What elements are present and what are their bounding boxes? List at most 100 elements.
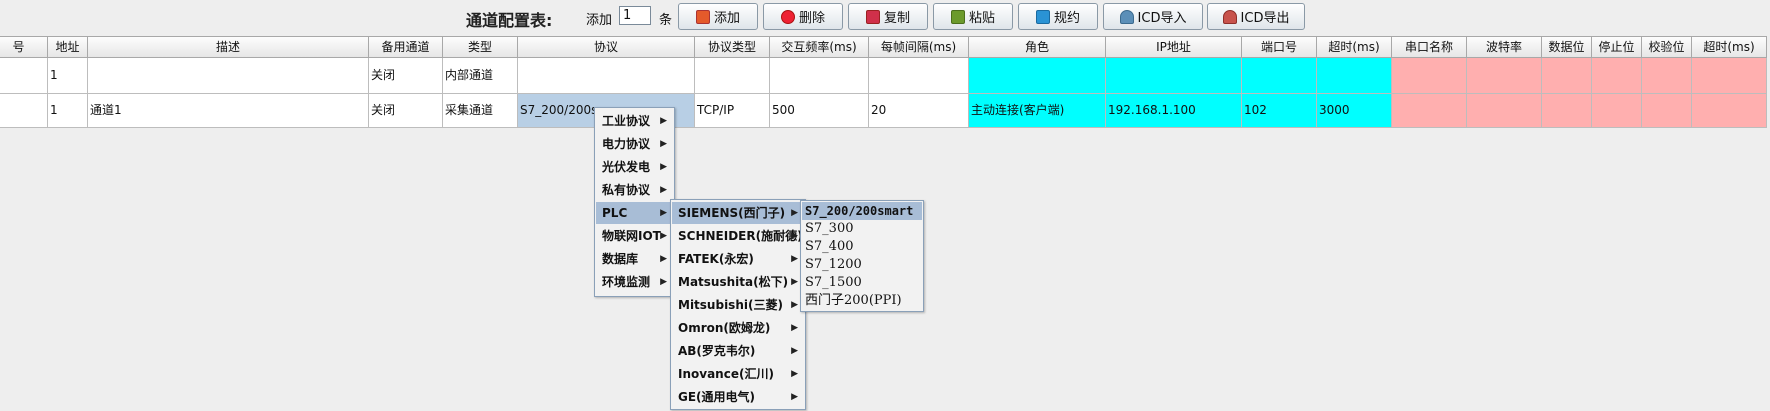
col-header-serial-name[interactable]: 串口名称	[1392, 36, 1467, 58]
menu-item-s7-300[interactable]: S7_300	[802, 220, 922, 238]
table-cell[interactable]	[770, 58, 869, 94]
table-cell[interactable]	[1467, 94, 1542, 128]
col-header-role[interactable]: 角色	[969, 36, 1106, 58]
table-cell[interactable]: 关闭	[369, 94, 443, 128]
table-cell[interactable]: 通道1	[88, 94, 369, 128]
menu-item-s7-200-200smart[interactable]: S7_200/200smart	[802, 202, 922, 220]
col-header-stop-bits[interactable]: 停止位	[1592, 36, 1642, 58]
paste-icon	[950, 9, 965, 24]
table-cell[interactable]: 102	[1242, 94, 1317, 128]
col-header-frame-interval[interactable]: 每帧间隔(ms)	[869, 36, 969, 58]
table-cell[interactable]: 192.168.1.100	[1106, 94, 1242, 128]
table-cell[interactable]: 采集通道	[443, 94, 518, 128]
plc-vendor-menu: SIEMENS(西门子) ▶ SCHNEIDER(施耐德) ▶ FATEK(永宏) ▶…	[670, 199, 806, 410]
col-header-address[interactable]: 地址	[48, 36, 88, 58]
col-header-timeout[interactable]: 超时(ms)	[1317, 36, 1392, 58]
siemens-model-menu: S7_200/200smart S7_300 S7_400 S7_1200 S7…	[800, 200, 924, 312]
icd-import-button-label: ICD导入	[1137, 11, 1187, 26]
table-cell[interactable]: 3000	[1317, 94, 1392, 128]
menu-item-environment-monitoring[interactable]: 环境监测 ▶	[596, 271, 673, 293]
table-cell[interactable]	[1692, 94, 1767, 128]
col-header-interaction-freq[interactable]: 交互频率(ms)	[770, 36, 869, 58]
menu-item-industrial-protocol[interactable]: 工业协议 ▶	[596, 110, 673, 132]
menu-item-siemens-200-ppi[interactable]: 西门子200(PPI)	[802, 292, 922, 310]
submenu-arrow-icon: ▶	[660, 231, 667, 241]
menu-item-schneider[interactable]: SCHNEIDER(施耐德) ▶	[672, 225, 804, 247]
table-cell[interactable]	[1592, 58, 1642, 94]
col-header-type[interactable]: 类型	[443, 36, 518, 58]
menu-item-s7-1500[interactable]: S7_1500	[802, 274, 922, 292]
table-cell[interactable]: 1	[48, 58, 88, 94]
table-cell[interactable]	[1392, 58, 1467, 94]
icd-import-button[interactable]: ICD导入	[1103, 3, 1203, 30]
table-cell[interactable]	[1542, 94, 1592, 128]
table-cell[interactable]	[969, 58, 1106, 94]
table-cell[interactable]: 主动连接(客户端)	[969, 94, 1106, 128]
menu-item-private-protocol[interactable]: 私有协议 ▶	[596, 179, 673, 201]
copy-button-label: 复制	[883, 11, 910, 26]
table-cell[interactable]	[1642, 58, 1692, 94]
menu-item-database[interactable]: 数据库 ▶	[596, 248, 673, 270]
table-cell[interactable]: TCP/IP	[695, 94, 770, 128]
table-cell[interactable]	[1392, 94, 1467, 128]
table-cell[interactable]	[869, 58, 969, 94]
col-header-backup-channel[interactable]: 备用通道	[369, 36, 443, 58]
table-cell[interactable]	[88, 58, 369, 94]
menu-item-ab[interactable]: AB(罗克韦尔) ▶	[672, 340, 804, 362]
menu-item-omron[interactable]: Omron(欧姆龙) ▶	[672, 317, 804, 339]
col-header-parity[interactable]: 校验位	[1642, 36, 1692, 58]
table-cell[interactable]	[1467, 58, 1542, 94]
table-cell[interactable]: 内部通道	[443, 58, 518, 94]
copy-button[interactable]: 复制	[848, 3, 928, 30]
protocol-category-menu: 工业协议 ▶ 电力协议 ▶ 光伏发电 ▶ 私有协议 ▶ PLC ▶ 物联网IOT ▶ 数据库…	[594, 107, 675, 297]
page-title: 通道配置表:	[466, 11, 553, 30]
menu-item-power-protocol[interactable]: 电力协议 ▶	[596, 133, 673, 155]
rule-button[interactable]: 规约	[1018, 3, 1098, 30]
menu-item-siemens[interactable]: SIEMENS(西门子) ▶	[672, 202, 804, 224]
table-cell[interactable]: 关闭	[369, 58, 443, 94]
col-header-protocol[interactable]: 协议	[518, 36, 695, 58]
add-count-input[interactable]: 1	[619, 6, 651, 25]
table-cell[interactable]	[1642, 94, 1692, 128]
menu-item-plc[interactable]: PLC ▶	[596, 202, 673, 224]
add-button[interactable]: 添加	[678, 3, 758, 30]
menu-item-inovance[interactable]: Inovance(汇川) ▶	[672, 363, 804, 385]
menu-item-photovoltaic[interactable]: 光伏发电 ▶	[596, 156, 673, 178]
menu-item-iot[interactable]: 物联网IOT ▶	[596, 225, 673, 247]
menu-item-mitsubishi[interactable]: Mitsubishi(三菱) ▶	[672, 294, 804, 316]
table-cell[interactable]	[0, 58, 48, 94]
menu-item-ge[interactable]: GE(通用电气) ▶	[672, 386, 804, 408]
menu-item-matsushita[interactable]: Matsushita(松下) ▶	[672, 271, 804, 293]
toolbar: 通道配置表: 添加 1 条 添加 删除 复制 粘贴 规约 ICD导入 ICD导出	[0, 0, 1770, 34]
col-header-protocol-type[interactable]: 协议类型	[695, 36, 770, 58]
table-cell[interactable]: 20	[869, 94, 969, 128]
col-header-data-bits[interactable]: 数据位	[1542, 36, 1592, 58]
table-cell[interactable]	[1317, 58, 1392, 94]
submenu-arrow-icon: ▶	[660, 162, 667, 172]
table-cell[interactable]	[1106, 58, 1242, 94]
table-cell[interactable]	[695, 58, 770, 94]
col-header-port[interactable]: 端口号	[1242, 36, 1317, 58]
table-cell[interactable]	[518, 58, 695, 94]
icd-export-button[interactable]: ICD导出	[1207, 3, 1305, 30]
table-cell[interactable]	[1592, 94, 1642, 128]
col-header-serial-timeout[interactable]: 超时(ms)	[1692, 36, 1767, 58]
menu-item-s7-400[interactable]: S7_400	[802, 238, 922, 256]
table-cell[interactable]: 1	[48, 94, 88, 128]
col-header-description[interactable]: 描述	[88, 36, 369, 58]
menu-item-fatek[interactable]: FATEK(永宏) ▶	[672, 248, 804, 270]
col-header-ip-address[interactable]: IP地址	[1106, 36, 1242, 58]
submenu-arrow-icon: ▶	[660, 208, 667, 218]
paste-button[interactable]: 粘贴	[933, 3, 1013, 30]
submenu-arrow-icon: ▶	[791, 346, 798, 356]
table-cell[interactable]	[1692, 58, 1767, 94]
col-header-index[interactable]: 号	[0, 36, 48, 58]
table-cell[interactable]: 500	[770, 94, 869, 128]
table-cell[interactable]	[0, 94, 48, 128]
table-cell[interactable]	[1242, 58, 1317, 94]
col-header-baud-rate[interactable]: 波特率	[1467, 36, 1542, 58]
add-count-prefix: 添加	[586, 13, 613, 28]
delete-button[interactable]: 删除	[763, 3, 843, 30]
menu-item-s7-1200[interactable]: S7_1200	[802, 256, 922, 274]
table-cell[interactable]	[1542, 58, 1592, 94]
